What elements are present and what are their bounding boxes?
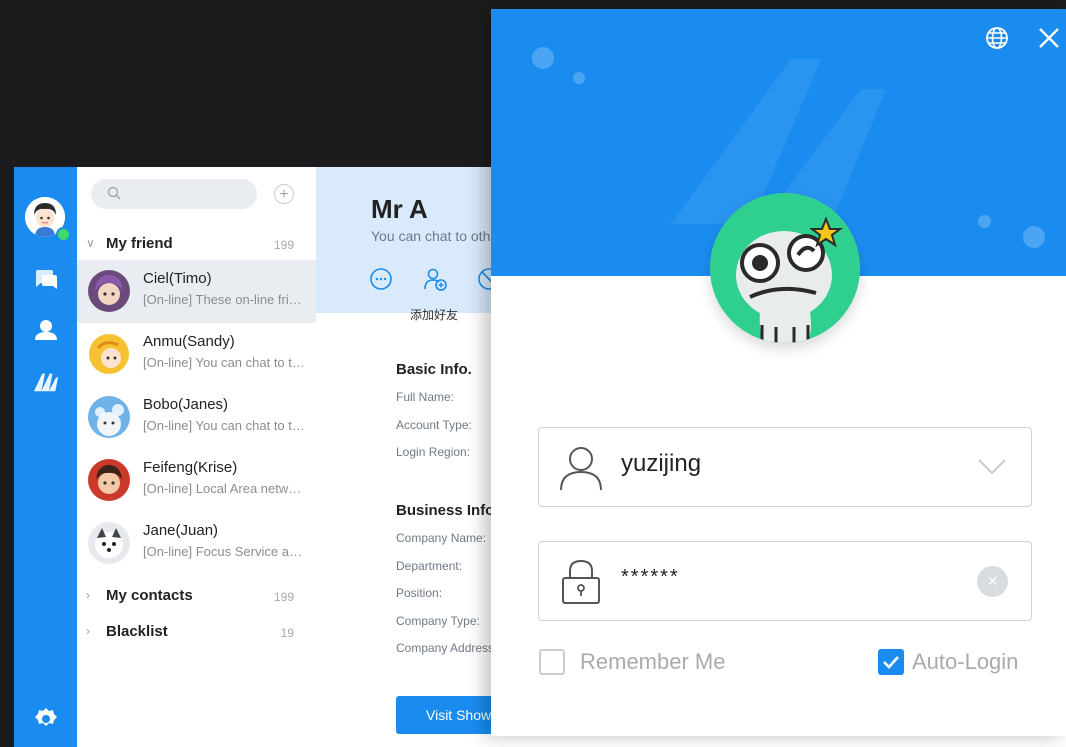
field-label: Login Region: xyxy=(396,445,471,459)
chevron-down-icon[interactable] xyxy=(977,458,1007,481)
message-icon[interactable] xyxy=(368,266,394,292)
login-dialog: yuzijing ****** × Remember Me Auto-Login xyxy=(491,9,1066,736)
contact-item[interactable]: Feifeng(Krise) [On-line] Local Area netw… xyxy=(77,449,316,512)
business-info-title: Business Info. xyxy=(396,502,499,519)
add-friend-label: 添加好友 xyxy=(410,308,459,322)
group-count: 199 xyxy=(273,238,294,252)
field-label: Full Name: xyxy=(396,390,455,404)
group-my-contacts[interactable]: › My contacts 199 xyxy=(77,581,316,611)
add-friend-icon[interactable] xyxy=(422,266,448,292)
brand-logo-icon[interactable] xyxy=(33,369,59,395)
field-label: Department: xyxy=(396,559,463,573)
settings-icon[interactable] xyxy=(33,706,59,732)
contact-avatar xyxy=(88,396,130,438)
contact-name: Bobo(Janes) xyxy=(143,396,229,413)
contact-status: [On-line] You can chat to them directly xyxy=(143,355,305,370)
group-count: 199 xyxy=(273,590,294,604)
field-label: Account Type: xyxy=(396,418,472,432)
checkmark-icon xyxy=(883,656,899,669)
group-name: Blacklist xyxy=(106,623,168,640)
contact-item[interactable]: Ciel(Timo) [On-line] These on-line frien… xyxy=(77,260,316,323)
lock-icon xyxy=(559,559,603,610)
clear-icon[interactable]: × xyxy=(977,566,1008,597)
username-field[interactable]: yuzijing xyxy=(538,427,1032,507)
group-count: 19 xyxy=(280,626,294,640)
basic-info-title: Basic Info. xyxy=(396,361,472,378)
remember-me-label[interactable]: Remember Me xyxy=(580,649,725,675)
contact-avatar xyxy=(88,459,130,501)
search-icon xyxy=(107,186,121,205)
field-label: Company Name: xyxy=(396,531,487,545)
contact-name: Jane(Juan) xyxy=(143,522,219,539)
contact-avatar xyxy=(88,522,130,564)
auto-login-checkbox[interactable] xyxy=(878,649,904,675)
chevron-down-icon: ∨ xyxy=(86,236,95,250)
field-label: Position: xyxy=(396,586,443,600)
contact-avatar xyxy=(88,270,130,312)
contact-item[interactable]: Anmu(Sandy) [On-line] You can chat to th… xyxy=(77,323,316,386)
contacts-icon[interactable] xyxy=(33,317,59,343)
globe-icon[interactable] xyxy=(985,26,1009,55)
profile-name: Mr A xyxy=(371,194,428,224)
group-blacklist[interactable]: › Blacklist 19 xyxy=(77,617,316,647)
password-field[interactable]: ****** × xyxy=(538,541,1032,621)
password-value: ****** xyxy=(621,566,680,588)
login-avatar xyxy=(710,193,860,343)
chevron-right-icon: › xyxy=(86,624,90,638)
contact-status: [On-line] You can chat to them directly xyxy=(143,418,305,433)
nav-rail xyxy=(14,167,77,747)
field-label: Company Type: xyxy=(396,614,480,628)
contact-status: [On-line] These on-line friends are list… xyxy=(143,292,305,307)
friends-panel: + ∨ My friend 199 Ciel(Timo) [On-line] T… xyxy=(77,167,316,747)
contact-name: Anmu(Sandy) xyxy=(143,333,235,350)
group-my-friend[interactable]: ∨ My friend 199 xyxy=(77,229,316,259)
decor-bubble xyxy=(1023,226,1045,248)
contact-item[interactable]: Bobo(Janes) [On-line] You can chat to th… xyxy=(77,386,316,449)
chevron-right-icon: › xyxy=(86,588,90,602)
remember-me-checkbox[interactable] xyxy=(539,649,565,675)
contact-name: Feifeng(Krise) xyxy=(143,459,238,476)
chat-icon[interactable] xyxy=(33,266,59,292)
add-contact-button[interactable]: + xyxy=(274,184,294,204)
contact-item[interactable]: Jane(Juan) [On-line] Focus Service accou… xyxy=(77,512,316,575)
search-input[interactable] xyxy=(91,179,257,209)
group-name: My contacts xyxy=(106,587,193,604)
online-status-dot xyxy=(56,227,71,242)
contact-status: [On-line] Local Area network account xyxy=(143,481,305,496)
username-value: yuzijing xyxy=(621,450,702,477)
decor-bubble xyxy=(978,215,991,228)
close-icon[interactable] xyxy=(1037,26,1061,55)
auto-login-label[interactable]: Auto-Login xyxy=(912,649,1018,675)
contact-status: [On-line] Focus Service account xyxy=(143,544,305,559)
decor-bubble xyxy=(573,72,585,84)
user-icon xyxy=(559,445,603,496)
decor-bubble xyxy=(532,47,554,69)
contact-name: Ciel(Timo) xyxy=(143,270,212,287)
group-name: My friend xyxy=(106,235,173,252)
contact-avatar xyxy=(88,333,130,375)
field-label: Company Address: xyxy=(396,641,498,655)
